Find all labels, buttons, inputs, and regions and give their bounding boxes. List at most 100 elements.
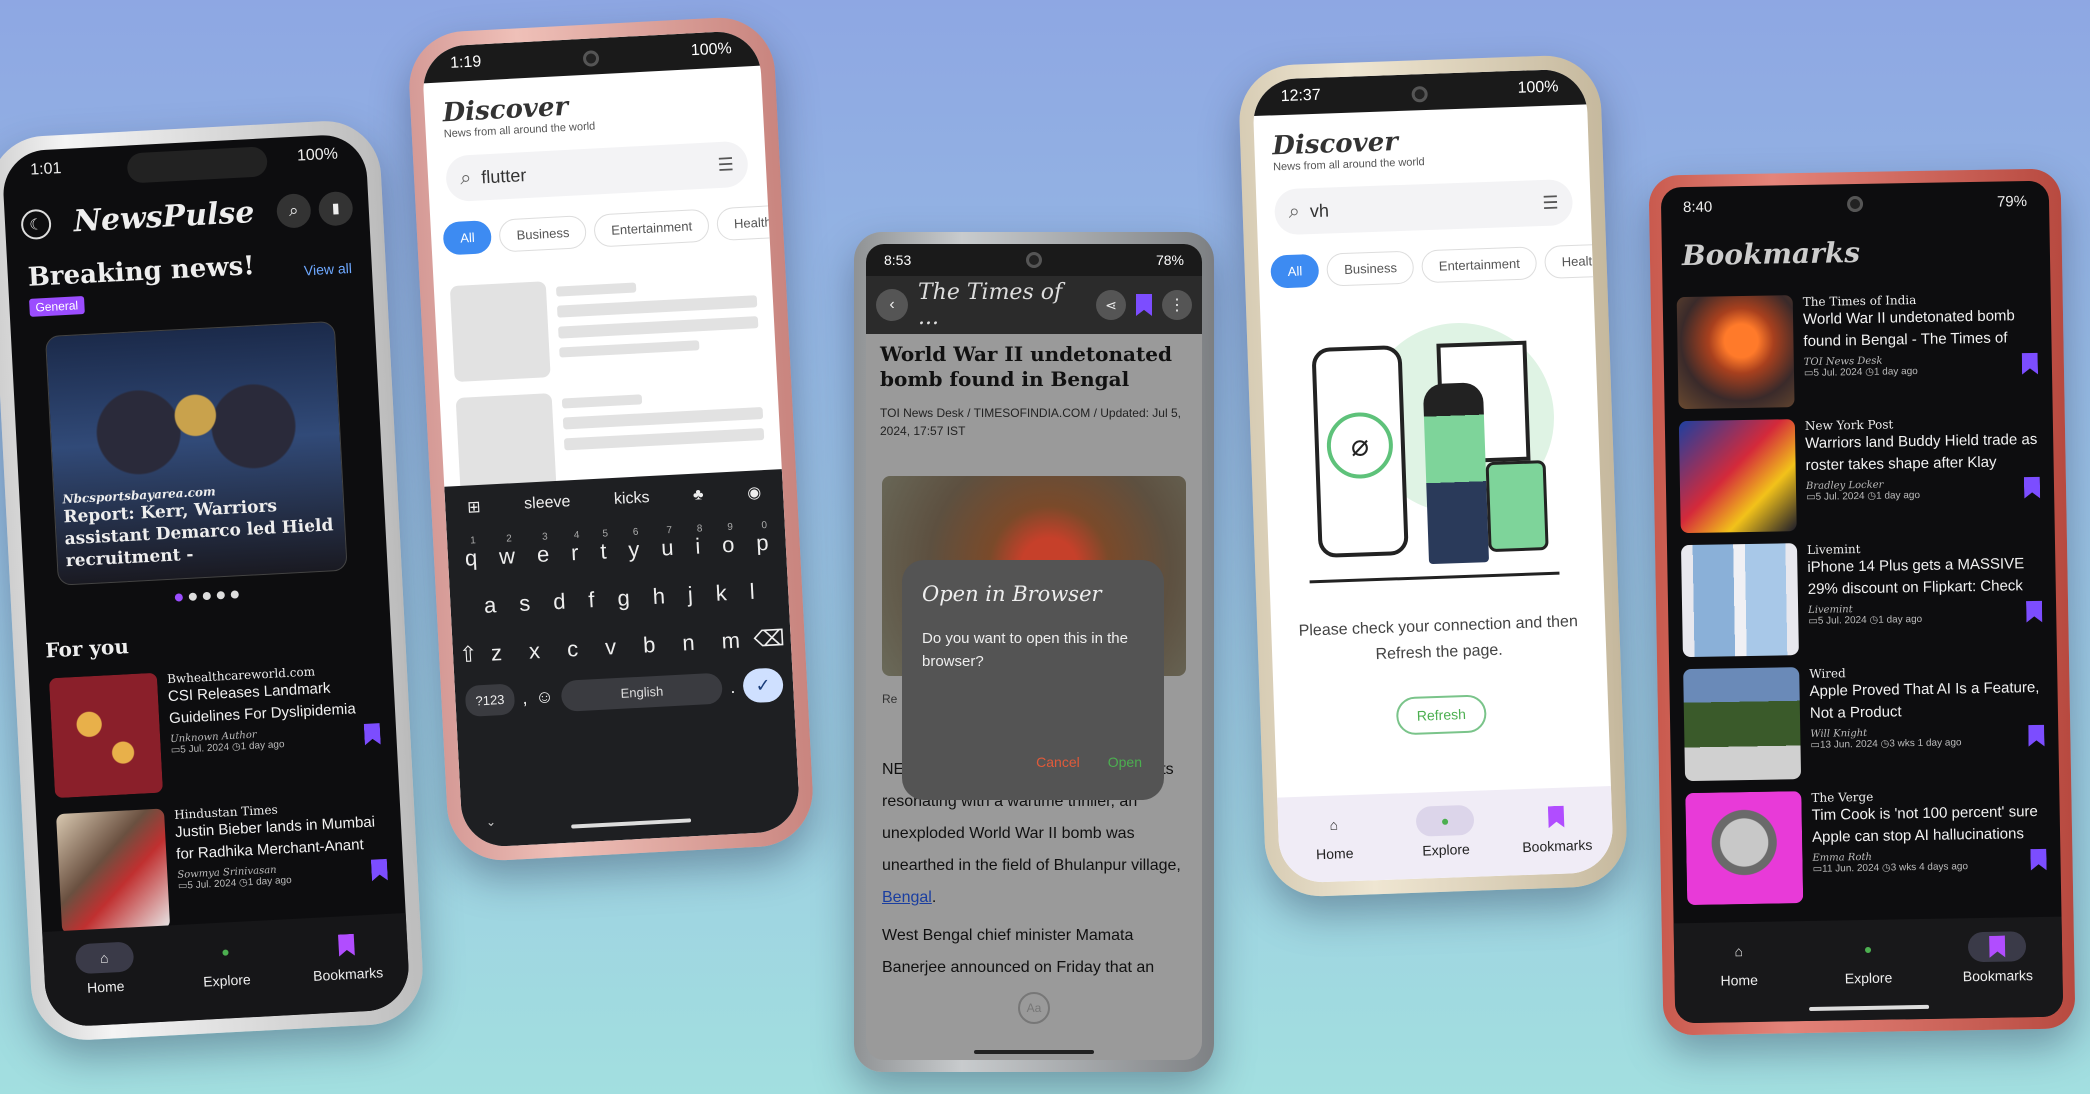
key-p[interactable]: p0 xyxy=(756,520,770,557)
bookmark-item[interactable]: The Verge Tim Cook is 'not 100 percent' … xyxy=(1681,781,2051,911)
key-g[interactable]: g xyxy=(617,585,631,612)
bookmark-item[interactable]: New York Post Warriors land Buddy Hield … xyxy=(1675,409,2045,539)
key-f[interactable]: f xyxy=(588,587,595,613)
nav-bookmarks[interactable]: Bookmarks xyxy=(1942,931,2053,985)
chip-health[interactable]: Health xyxy=(1544,243,1614,279)
nav-explore-label: Explore xyxy=(1422,840,1471,859)
search-input[interactable]: flutter xyxy=(481,155,708,188)
key-a[interactable]: a xyxy=(483,592,497,619)
share-icon[interactable]: ⋖ xyxy=(1096,290,1126,320)
bookmark-icon[interactable] xyxy=(371,858,388,881)
nav-home-label: Home xyxy=(86,977,125,996)
key-v[interactable]: v xyxy=(604,634,616,661)
theme-toggle-icon[interactable]: ☾ xyxy=(20,208,52,240)
comma-key[interactable]: , xyxy=(522,687,528,708)
nav-home[interactable]: ⌂ Home xyxy=(1278,808,1390,864)
bookmark-icon[interactable] xyxy=(1136,294,1152,316)
bookmark-item[interactable]: Livemint iPhone 14 Plus gets a MASSIVE 2… xyxy=(1677,533,2047,663)
key-t[interactable]: t5 xyxy=(600,528,609,564)
apps-grid-icon[interactable]: ⊞ xyxy=(467,497,481,518)
article-link[interactable]: Bengal xyxy=(882,889,932,906)
key-h[interactable]: h xyxy=(652,583,666,610)
bookmark-icon[interactable] xyxy=(2026,600,2042,622)
filter-icon[interactable]: ☰ xyxy=(717,154,734,176)
symbols-key[interactable]: ?123 xyxy=(464,682,516,717)
search-icon[interactable]: ⌕ xyxy=(275,192,312,229)
app-bar: ‹ The Times of ... ⋖ ⋮ xyxy=(866,276,1202,334)
key-c[interactable]: c xyxy=(566,636,578,663)
key-o[interactable]: o9 xyxy=(721,522,735,559)
cancel-button[interactable]: Cancel xyxy=(1036,754,1080,770)
bookmark-icon[interactable] xyxy=(2022,352,2038,374)
key-d[interactable]: d xyxy=(553,589,567,616)
key-label: q xyxy=(464,545,478,571)
suggestion[interactable]: sleeve xyxy=(524,493,571,513)
search-input[interactable]: vh xyxy=(1310,193,1533,222)
bookmark-item[interactable]: The Times of India World War II undetona… xyxy=(1673,285,2043,415)
bookmark-icon[interactable] xyxy=(2024,476,2040,498)
key-z[interactable]: z xyxy=(490,640,502,667)
refresh-button[interactable]: Refresh xyxy=(1395,694,1487,736)
key-n[interactable]: n xyxy=(682,630,696,657)
filter-icon[interactable]: ☰ xyxy=(1542,192,1559,214)
text-size-fab[interactable]: Aa xyxy=(1018,992,1050,1024)
key-r[interactable]: r4 xyxy=(570,530,579,566)
view-all-link[interactable]: View all xyxy=(303,260,352,278)
search-bar[interactable]: ⌕ vh ☰ xyxy=(1273,178,1574,236)
chip-entertainment[interactable]: Entertainment xyxy=(593,208,710,248)
back-icon[interactable]: ‹ xyxy=(876,289,908,321)
shift-key[interactable]: ⇧ xyxy=(458,641,478,668)
nav-explore[interactable]: ● Explore xyxy=(1390,804,1502,860)
soft-keyboard[interactable]: ⊞ sleeve kicks ♣ ◉ q1w2e3r4t5y6u7i8o9p0 … xyxy=(444,469,801,849)
nav-explore[interactable]: ● Explore xyxy=(1813,933,1924,987)
chip-entertainment[interactable]: Entertainment xyxy=(1421,246,1538,284)
key-l[interactable]: l xyxy=(749,579,755,605)
palette-icon[interactable]: ◉ xyxy=(747,482,762,503)
nav-explore[interactable]: ● Explore xyxy=(170,934,283,992)
key-hint: 6 xyxy=(632,526,639,538)
key-j[interactable]: j xyxy=(687,582,693,608)
nav-home[interactable]: ⌂ Home xyxy=(1683,935,1794,989)
sticker-icon[interactable]: ♣ xyxy=(693,486,704,505)
chip-health[interactable]: Health xyxy=(716,204,790,242)
featured-card[interactable]: Nbcsportsbayarea.com Report: Kerr, Warri… xyxy=(44,320,348,586)
chip-all[interactable]: All xyxy=(1270,253,1320,289)
key-u[interactable]: u7 xyxy=(660,525,675,562)
nav-bookmarks[interactable]: Bookmarks xyxy=(291,927,404,985)
backspace-key[interactable]: ⌫ xyxy=(753,625,785,653)
nav-home[interactable]: ⌂ Home xyxy=(49,940,162,998)
key-y[interactable]: y6 xyxy=(628,527,640,564)
key-x[interactable]: x xyxy=(528,638,540,665)
chip-all[interactable]: All xyxy=(442,219,493,256)
bookmark-icon[interactable] xyxy=(364,723,381,746)
article-card[interactable]: Bwhealthcareworld.com CSI Releases Landm… xyxy=(39,653,394,807)
key-m[interactable]: m xyxy=(721,628,741,655)
chip-business[interactable]: Business xyxy=(1326,250,1415,287)
article-ago: 1 day ago xyxy=(247,874,292,888)
more-icon[interactable]: ⋮ xyxy=(1162,290,1192,320)
search-bar[interactable]: ⌕ flutter ☰ xyxy=(444,140,749,203)
article-ago: 3 wks 1 day ago xyxy=(1889,736,1962,750)
key-b[interactable]: b xyxy=(642,632,656,659)
period-key[interactable]: . xyxy=(730,676,736,697)
key-i[interactable]: i8 xyxy=(695,523,703,559)
bookmark-item[interactable]: Wired Apple Proved That AI Is a Feature,… xyxy=(1679,657,2049,787)
emoji-icon[interactable]: ☺ xyxy=(535,686,554,708)
space-key[interactable]: English xyxy=(560,672,723,712)
bookmark-icon[interactable] xyxy=(2030,848,2046,870)
key-k[interactable]: k xyxy=(715,580,727,607)
key-label: u xyxy=(660,534,675,561)
collapse-keyboard-icon[interactable]: ⌄ xyxy=(486,815,497,830)
chip-business[interactable]: Business xyxy=(498,215,588,253)
key-w[interactable]: w2 xyxy=(498,533,515,570)
open-button[interactable]: Open xyxy=(1108,754,1142,770)
category-tag[interactable]: General xyxy=(29,296,85,317)
bookmark-icon[interactable] xyxy=(2028,724,2044,746)
suggestion[interactable]: kicks xyxy=(614,489,650,509)
nav-bookmarks[interactable]: Bookmarks xyxy=(1501,800,1613,856)
bookmark-icon[interactable]: ▮ xyxy=(317,190,354,227)
key-q[interactable]: q1 xyxy=(464,535,478,572)
key-s[interactable]: s xyxy=(519,590,531,617)
key-e[interactable]: e3 xyxy=(536,531,550,568)
enter-key[interactable]: ✓ xyxy=(742,667,784,704)
